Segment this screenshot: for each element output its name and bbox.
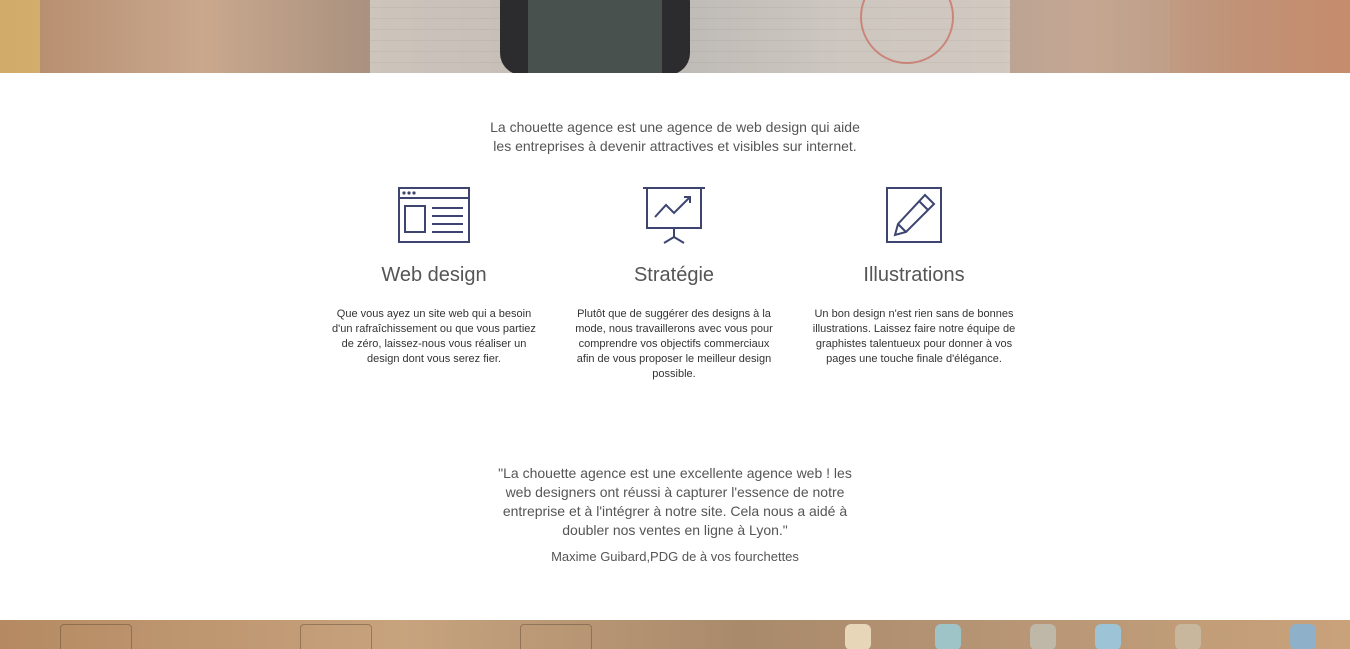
service-web-design: Web design Que vous ayez un site web qui… (329, 185, 539, 367)
service-strategie: Stratégie Plutôt que de suggérer des des… (569, 185, 779, 382)
sketch-decoration (60, 624, 132, 649)
sketch-decoration (520, 624, 592, 649)
testimonial-quote: "La chouette agence est une excellente a… (498, 465, 852, 538)
presentation-chart-icon (569, 185, 779, 245)
hero-image-top (0, 0, 1350, 73)
app-icon-decoration (1290, 624, 1316, 649)
hero-image-bottom (0, 620, 1350, 649)
app-icon-decoration (1030, 624, 1056, 649)
testimonial: "La chouette agence est une excellente a… (495, 464, 855, 565)
app-icon-decoration (935, 624, 961, 649)
intro-text: La chouette agence est une agence de web… (0, 118, 1350, 156)
service-description: Plutôt que de suggérer des designs à la … (575, 308, 773, 380)
service-description: Que vous ayez un site web qui a besoin d… (332, 308, 536, 365)
sticky-note-decoration (0, 0, 40, 73)
sketch-decoration (300, 624, 372, 649)
app-icon-decoration (845, 624, 871, 649)
hand-decoration (1170, 0, 1350, 73)
testimonial-author: Maxime Guibard,PDG de à vos fourchettes (551, 549, 799, 564)
web-browser-icon (329, 185, 539, 245)
intro-line-1: La chouette agence est une agence de web… (490, 119, 860, 135)
smartphone-screen-decoration (528, 0, 662, 73)
service-description: Un bon design n'est rien sans de bonnes … (812, 308, 1016, 365)
service-illustrations: Illustrations Un bon design n'est rien s… (809, 185, 1019, 367)
service-title: Web design (381, 264, 487, 286)
service-title: Illustrations (863, 264, 965, 286)
pencil-icon (809, 185, 1019, 245)
app-icon-decoration (1095, 624, 1121, 649)
service-title: Stratégie (633, 264, 715, 286)
app-icon-decoration (1175, 624, 1201, 649)
intro-line-2: les entreprises à devenir attractives et… (493, 138, 857, 154)
